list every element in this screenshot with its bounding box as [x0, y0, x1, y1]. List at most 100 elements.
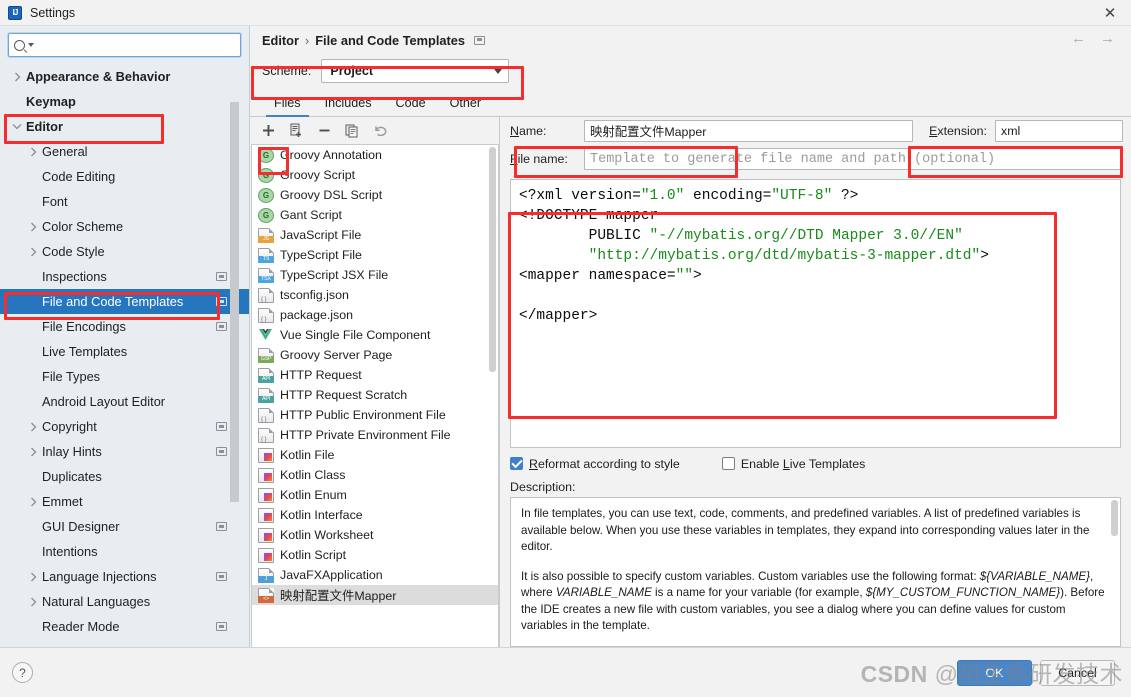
list-item[interactable]: Kotlin File: [252, 445, 498, 465]
sidebar-item-gui-designer[interactable]: GUI Designer: [0, 514, 249, 539]
copy-template-button[interactable]: [283, 120, 309, 142]
template-editor[interactable]: <?xml version="1.0" encoding="UTF-8" ?> …: [510, 179, 1121, 448]
sidebar-item-code-editing[interactable]: Code Editing: [0, 164, 249, 189]
sidebar-scrollbar[interactable]: [230, 102, 239, 502]
list-item[interactable]: Kotlin Script: [252, 545, 498, 565]
sidebar-item-font[interactable]: Font: [0, 189, 249, 214]
list-item[interactable]: G Groovy Annotation: [252, 145, 498, 165]
chevron-right-icon[interactable]: [26, 572, 40, 582]
cancel-button[interactable]: Cancel: [1040, 659, 1115, 686]
breadcrumb-separator: ›: [304, 32, 310, 48]
chevron-down-icon[interactable]: [10, 123, 24, 130]
template-list-scrollbar[interactable]: [489, 147, 496, 372]
sidebar-item-live-templates[interactable]: Live Templates: [0, 339, 249, 364]
tab-code[interactable]: Code: [384, 96, 438, 116]
groovy-icon: G: [258, 147, 274, 163]
list-item[interactable]: package.json: [252, 305, 498, 325]
search-box[interactable]: [8, 33, 241, 57]
chevron-right-icon[interactable]: [26, 247, 40, 257]
list-item[interactable]: API HTTP Request Scratch: [252, 385, 498, 405]
extension-label: Extension:: [929, 124, 987, 138]
list-item-label: Kotlin Worksheet: [280, 528, 374, 542]
list-item[interactable]: JS JavaScript File: [252, 225, 498, 245]
sidebar-item-natural-languages[interactable]: Natural Languages: [0, 589, 249, 614]
description-box[interactable]: In file templates, you can use text, cod…: [510, 497, 1121, 647]
list-item[interactable]: Kotlin Class: [252, 465, 498, 485]
sidebar-item-editor[interactable]: Editor: [0, 114, 249, 139]
sidebar-item-appearance-behavior[interactable]: Appearance & Behavior: [0, 64, 249, 89]
list-item[interactable]: Kotlin Enum: [252, 485, 498, 505]
chevron-right-icon[interactable]: [26, 422, 40, 432]
list-item[interactable]: J JavaFXApplication: [252, 565, 498, 585]
list-item[interactable]: HTTP Public Environment File: [252, 405, 498, 425]
list-item[interactable]: G Gant Script: [252, 205, 498, 225]
sidebar-item-reader-mode[interactable]: Reader Mode: [0, 614, 249, 639]
sidebar-item-duplicates[interactable]: Duplicates: [0, 464, 249, 489]
list-item[interactable]: API HTTP Request: [252, 365, 498, 385]
sidebar-item-inspections[interactable]: Inspections: [0, 264, 249, 289]
list-item[interactable]: G Groovy DSL Script: [252, 185, 498, 205]
list-item[interactable]: Vue Single File Component: [252, 325, 498, 345]
template-list[interactable]: G Groovy Annotation G Groovy Script G Groovy …: [251, 144, 499, 647]
reformat-checkbox[interactable]: [510, 457, 523, 470]
sidebar-item-color-scheme[interactable]: Color Scheme: [0, 214, 249, 239]
tab-files[interactable]: Files: [262, 96, 313, 117]
chevron-right-icon[interactable]: [26, 147, 40, 157]
sidebar-item-inlay-hints[interactable]: Inlay Hints: [0, 439, 249, 464]
file-name-input[interactable]: Template to generate file name and path …: [584, 148, 1123, 170]
list-item[interactable]: Kotlin Worksheet: [252, 525, 498, 545]
close-icon[interactable]: ✕: [1089, 0, 1131, 26]
breadcrumb-parent[interactable]: Editor: [262, 33, 299, 48]
sidebar-item-language-injections[interactable]: Language Injections: [0, 564, 249, 589]
name-input[interactable]: 映射配置文件Mapper: [584, 120, 914, 142]
json-file-icon: [258, 287, 274, 303]
sidebar-item-file-types[interactable]: File Types: [0, 364, 249, 389]
groovy-icon: G: [258, 187, 274, 203]
list-item[interactable]: TSX TypeScript JSX File: [252, 265, 498, 285]
sidebar-item-code-style[interactable]: Code Style: [0, 239, 249, 264]
chevron-right-icon[interactable]: [26, 597, 40, 607]
sidebar-item-file-encodings[interactable]: File Encodings: [0, 314, 249, 339]
arrow-left-icon[interactable]: ←: [1071, 30, 1086, 47]
remove-template-button[interactable]: [311, 120, 337, 142]
description-scrollbar[interactable]: [1111, 500, 1118, 536]
project-scope-badge-icon: [216, 422, 227, 431]
chevron-right-icon[interactable]: [26, 447, 40, 457]
list-item[interactable]: GSP Groovy Server Page: [252, 345, 498, 365]
description-label: Description:: [510, 480, 576, 494]
sidebar-item-label: Appearance & Behavior: [26, 69, 171, 84]
undo-icon[interactable]: [367, 120, 393, 142]
list-item[interactable]: G Groovy Script: [252, 165, 498, 185]
chevron-right-icon[interactable]: [26, 497, 40, 507]
live-templates-checkbox[interactable]: [721, 457, 735, 470]
sidebar-item-emmet[interactable]: Emmet: [0, 489, 249, 514]
sidebar-item-intentions[interactable]: Intentions: [0, 539, 249, 564]
sidebar-item-copyright[interactable]: Copyright: [0, 414, 249, 439]
sidebar-item-general[interactable]: General: [0, 139, 249, 164]
arrow-right-icon[interactable]: →: [1100, 30, 1115, 47]
sidebar-item-file-and-code-templates[interactable]: File and Code Templates: [0, 289, 249, 314]
duplicate-icon[interactable]: [339, 120, 365, 142]
list-item[interactable]: Kotlin Interface: [252, 505, 498, 525]
list-item[interactable]: <> 映射配置文件Mapper: [252, 585, 498, 605]
settings-tree: Appearance & Behavior Keymap Editor General…: [0, 62, 249, 647]
breadcrumb: Editor › File and Code Templates ← →: [250, 26, 1131, 54]
ok-button[interactable]: OK: [957, 659, 1032, 686]
kotlin-file-icon: [258, 507, 274, 523]
search-input[interactable]: [34, 37, 235, 53]
sidebar-item-android-layout-editor[interactable]: Android Layout Editor: [0, 389, 249, 414]
extension-input[interactable]: xml: [995, 120, 1123, 142]
tab-other[interactable]: Other: [438, 96, 494, 116]
scheme-select[interactable]: Project: [321, 59, 510, 83]
scheme-row: Scheme: Project: [250, 54, 1131, 88]
list-item[interactable]: TS TypeScript File: [252, 245, 498, 265]
list-item[interactable]: tsconfig.json: [252, 285, 498, 305]
chevron-right-icon[interactable]: [10, 72, 24, 82]
help-button[interactable]: ?: [12, 662, 33, 683]
chevron-right-icon[interactable]: [26, 222, 40, 232]
tab-includes[interactable]: Includes: [313, 96, 384, 116]
list-item-label: 映射配置文件Mapper: [280, 589, 397, 603]
list-item[interactable]: HTTP Private Environment File: [252, 425, 498, 445]
add-template-button[interactable]: [255, 120, 281, 142]
sidebar-item-keymap[interactable]: Keymap: [0, 89, 249, 114]
